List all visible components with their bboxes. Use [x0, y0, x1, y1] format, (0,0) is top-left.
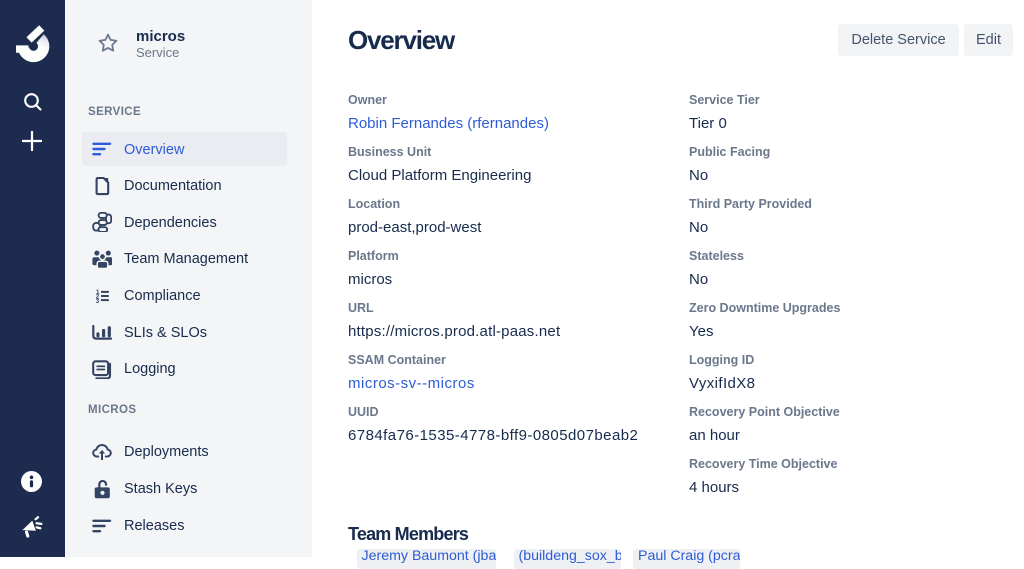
- svg-text:3: 3: [96, 298, 100, 305]
